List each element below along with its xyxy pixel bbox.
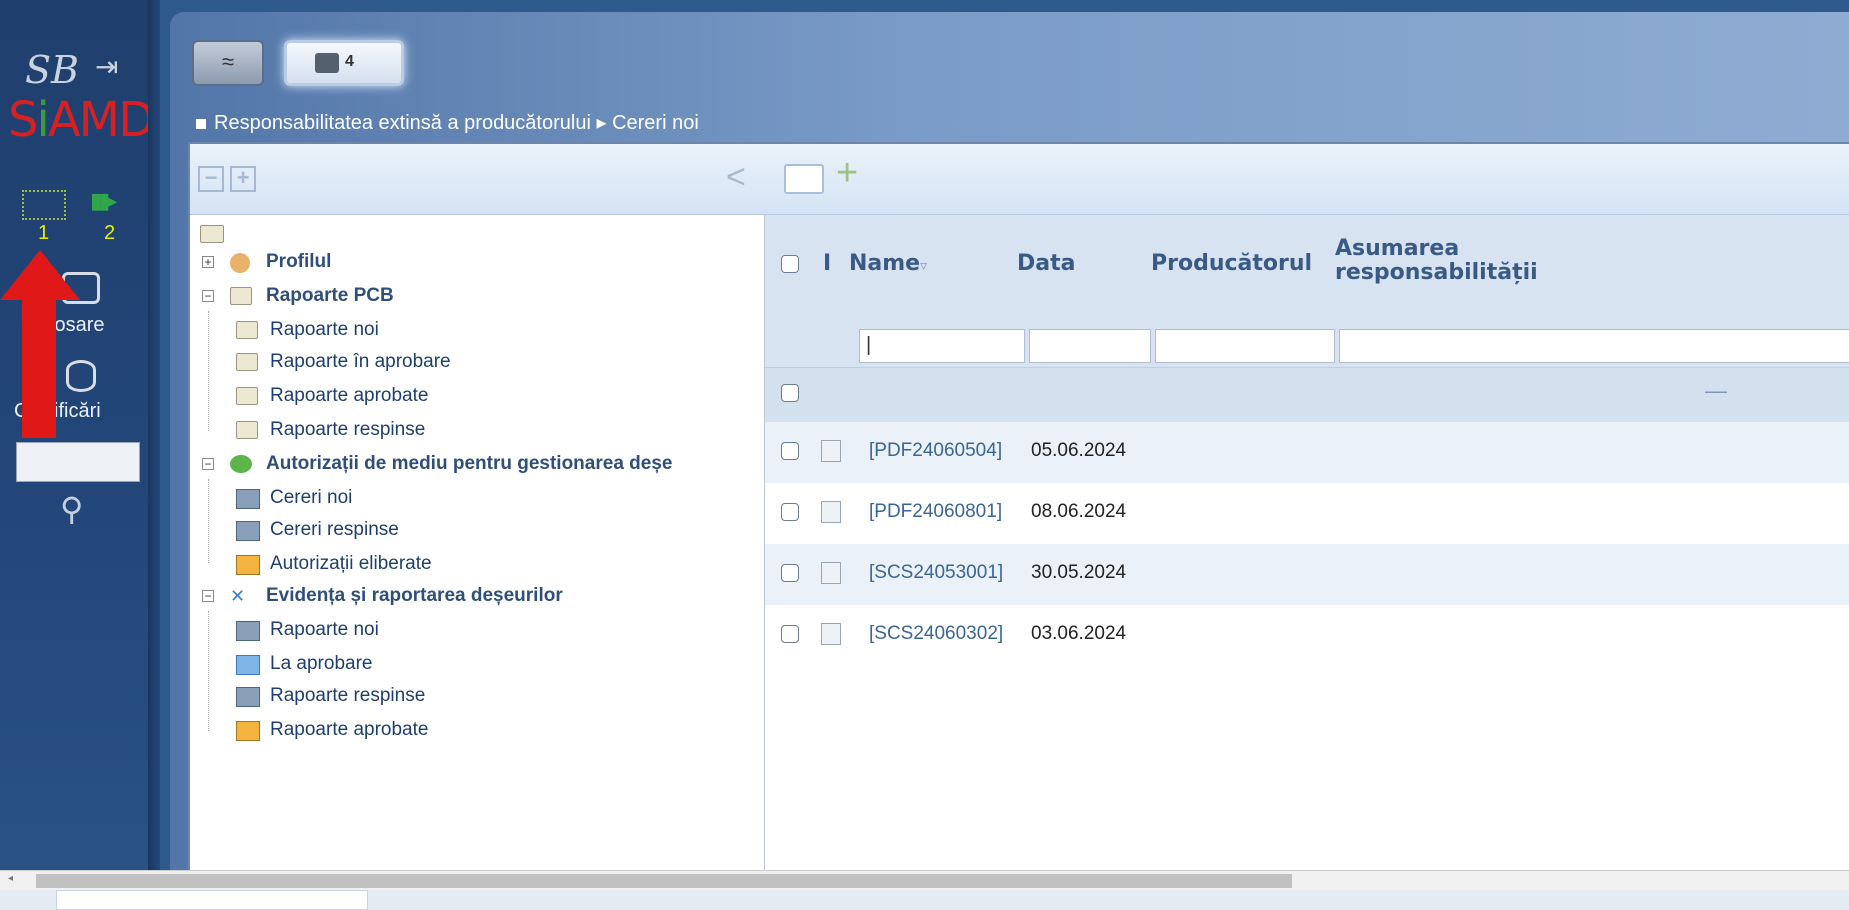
search-icon[interactable]: ⚲	[60, 490, 83, 528]
expand-icon[interactable]: +	[202, 256, 214, 268]
warning-form-icon	[236, 521, 260, 541]
collapse-icon[interactable]: −	[202, 590, 214, 602]
filter-producator-input[interactable]	[1155, 329, 1335, 363]
collapse-button[interactable]: ≈	[192, 40, 264, 86]
approved-folder-icon	[236, 721, 260, 741]
sort-icon: ▿	[920, 258, 928, 274]
collapse-icon[interactable]: −	[202, 458, 214, 470]
tree-group-rapoarte-pcb[interactable]: − Rapoarte PCB	[190, 285, 750, 313]
tag-icon[interactable]	[784, 164, 824, 194]
table-row[interactable]: [SCS24060302] 03.06.2024	[765, 605, 1849, 666]
root-folder-icon[interactable]	[200, 225, 224, 243]
sidebar-search-input[interactable]	[16, 442, 140, 482]
document-icon	[821, 562, 841, 584]
filter-name-input[interactable]: |	[859, 329, 1025, 363]
table-row[interactable]: [PDF24060504] 05.06.2024	[765, 422, 1849, 483]
row-name-link[interactable]: [SCS24053001]	[869, 562, 1003, 584]
column-producator[interactable]: Producătorul	[1151, 251, 1312, 276]
row-date: 08.06.2024	[1031, 501, 1127, 522]
breadcrumb-current: Cereri noi	[612, 112, 699, 134]
breadcrumb: Responsabilitatea extinsă a producătorul…	[196, 110, 699, 135]
sb-logo[interactable]: SB	[25, 48, 79, 92]
scroll-left-icon[interactable]: ◂	[8, 873, 13, 884]
database-icon[interactable]	[66, 360, 96, 392]
briefcase-icon	[315, 53, 339, 73]
annotation-arrow-head	[0, 250, 80, 300]
workflow-icon[interactable]: ▮▮▸	[90, 188, 132, 222]
approved-folder-icon	[236, 555, 260, 575]
taskbar	[0, 890, 1849, 910]
sidebar-divider	[148, 0, 160, 870]
filter-asumarea-input[interactable]	[1339, 329, 1849, 363]
row-checkbox[interactable]	[781, 564, 799, 582]
column-i[interactable]: I	[823, 251, 831, 276]
column-name[interactable]: Name▿	[849, 251, 927, 276]
taskbar-item[interactable]	[56, 890, 368, 910]
row-checkbox[interactable]	[781, 503, 799, 521]
table-row[interactable]: [SCS24053001] 30.05.2024	[765, 544, 1849, 605]
row-date: 05.06.2024	[1031, 440, 1127, 461]
group-checkbox[interactable]	[781, 384, 799, 402]
mail-count: 1	[38, 222, 50, 244]
mail-icon[interactable]	[22, 190, 66, 220]
collapse-icon[interactable]: −	[202, 290, 214, 302]
row-date: 30.05.2024	[1031, 562, 1127, 583]
warning-form-icon	[236, 687, 260, 707]
row-name-link[interactable]: [PDF24060801]	[869, 501, 1002, 523]
tab-count: 4	[345, 53, 354, 70]
folder-open-icon	[230, 287, 252, 305]
tree-group-profilul[interactable]: + Profilul	[190, 251, 750, 279]
user-icon	[230, 253, 250, 273]
document-icon	[821, 501, 841, 523]
expand-all-button[interactable]: +	[230, 166, 256, 192]
column-data[interactable]: Data	[1017, 251, 1075, 276]
row-date: 03.06.2024	[1031, 623, 1127, 644]
folder-icon	[236, 321, 258, 339]
toolbar: − + < +	[190, 144, 1849, 215]
brand-logo: SiAMD	[8, 92, 155, 148]
document-icon	[821, 440, 841, 462]
column-asumarea[interactable]: Asumarea responsabilității	[1335, 237, 1538, 285]
row-checkbox[interactable]	[781, 625, 799, 643]
hide-tree-button[interactable]: <	[726, 158, 746, 197]
scrollbar-thumb[interactable]	[36, 874, 1292, 888]
row-name-link[interactable]: [SCS24060302]	[869, 623, 1003, 645]
add-button[interactable]: +	[836, 152, 858, 195]
recycle-icon	[230, 455, 252, 473]
tree-group-evidenta[interactable]: − ✕ Evidența și raportarea deșeurilor	[190, 585, 750, 613]
form-icon	[236, 489, 260, 509]
chart-icon: ✕	[230, 586, 246, 606]
table-row[interactable]: [PDF24060801] 08.06.2024	[765, 483, 1849, 544]
tree-pane: + Profilul − Rapoarte PCB Rapoarte noi R…	[190, 215, 765, 872]
logout-icon[interactable]: ⇥	[95, 50, 127, 82]
bullet-icon	[196, 118, 206, 129]
form-icon	[236, 621, 260, 641]
breadcrumb-section[interactable]: Responsabilitatea extinsă a producătorul…	[214, 112, 591, 134]
row-name-link[interactable]: [PDF24060504]	[869, 440, 1002, 462]
folder-icon	[236, 353, 258, 371]
tree-group-autorizatii[interactable]: − Autorizații de mediu pentru gestionare…	[190, 453, 764, 481]
collapse-all-button[interactable]: −	[198, 166, 224, 192]
group-row[interactable]: —	[765, 367, 1849, 422]
grid-header: I Name▿ Data Producătorul Asumarea respon…	[765, 215, 1849, 306]
document-key-icon	[236, 655, 260, 675]
folder-icon	[236, 421, 258, 439]
horizontal-scrollbar[interactable]: ◂	[0, 870, 1849, 891]
workflow-count: 2	[104, 222, 116, 244]
select-all-checkbox[interactable]	[781, 255, 799, 273]
cases-tab[interactable]: 4	[284, 40, 404, 86]
document-icon	[821, 623, 841, 645]
filter-data-input[interactable]	[1029, 329, 1151, 363]
folder-icon	[236, 387, 258, 405]
main-window: ≈ 4 Responsabilitatea extinsă a producăt…	[170, 12, 1849, 872]
data-grid: I Name▿ Data Producătorul Asumarea respon…	[765, 215, 1849, 872]
group-toggle[interactable]: —	[1705, 378, 1727, 404]
row-checkbox[interactable]	[781, 442, 799, 460]
content-frame: − + < + + Profilul − Rapoarte PCB Rapoar…	[188, 142, 1849, 872]
annotation-arrow-shaft	[22, 298, 56, 438]
